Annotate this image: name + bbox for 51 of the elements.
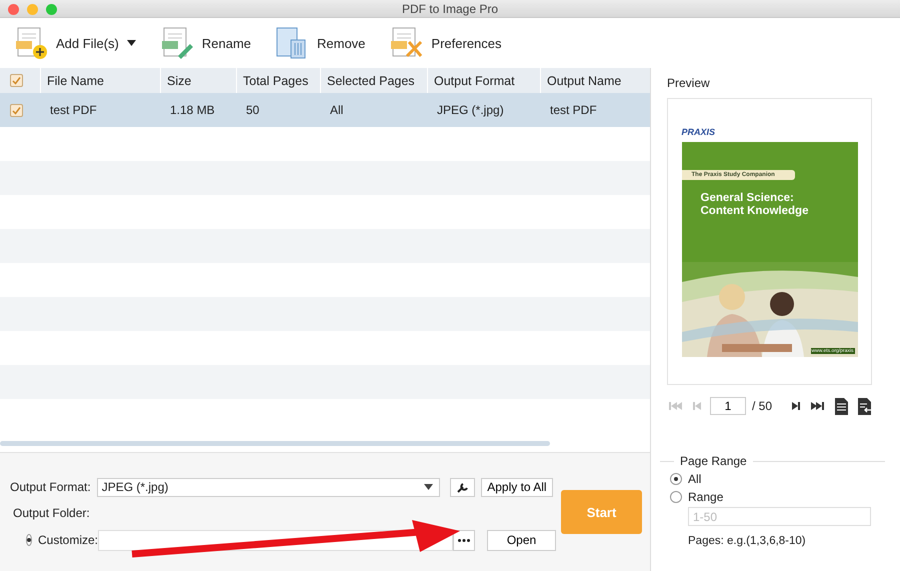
page-total: / 50 xyxy=(752,399,772,413)
page-icon xyxy=(835,398,848,414)
output-folder-label: Output Folder: xyxy=(13,506,90,520)
preview-title: Preview xyxy=(667,76,711,90)
radio-label: All xyxy=(688,472,702,486)
more-icon xyxy=(458,538,470,542)
open-button[interactable]: Open xyxy=(487,530,556,550)
brand-logo: PRAXIS xyxy=(682,126,716,136)
first-page-icon xyxy=(669,401,683,411)
page-range-radio[interactable] xyxy=(670,490,682,502)
row-checkbox[interactable] xyxy=(10,104,23,116)
table-cell: JPEG (*.jpg) xyxy=(437,103,504,117)
preferences-icon xyxy=(389,26,424,60)
file-row[interactable]: test PDF 1.18 MB 50 All JPEG (*.jpg) test PDF xyxy=(0,93,650,127)
close-button[interactable] xyxy=(8,4,19,15)
page-button[interactable] xyxy=(833,398,850,414)
browse-button[interactable] xyxy=(453,530,476,550)
next-page-icon xyxy=(792,401,802,411)
page-range-radio[interactable] xyxy=(670,472,682,484)
table-cell: test PDF xyxy=(50,103,97,117)
document-title: Content Knowledge xyxy=(700,204,810,218)
settings-button[interactable] xyxy=(450,478,475,496)
range-field[interactable]: 1-50 xyxy=(688,507,871,526)
customize-label: Customize: xyxy=(38,533,98,547)
range-hint: Pages: e.g.(1,3,6,8-10) xyxy=(688,535,807,547)
table-cell: 1.18 MB xyxy=(170,103,215,117)
document-title: General Science: xyxy=(700,192,795,204)
last-page-icon xyxy=(811,401,826,411)
add-file-icon xyxy=(14,26,48,60)
table-cell: 50 xyxy=(246,103,260,117)
customize-radio[interactable] xyxy=(26,534,32,546)
rename-button[interactable]: Rename xyxy=(160,26,251,60)
preferences-button[interactable]: Preferences xyxy=(389,26,502,60)
remove-button[interactable]: Remove xyxy=(275,26,366,60)
apply-to-all-button[interactable]: Apply to All xyxy=(480,478,553,496)
select-all-checkbox[interactable] xyxy=(10,74,23,87)
page-range-title: Page Range xyxy=(680,454,747,468)
wrench-icon xyxy=(457,482,468,492)
window-title: PDF to Image Pro xyxy=(402,2,498,16)
previous-page-icon xyxy=(693,401,702,411)
caret-icon xyxy=(424,484,434,490)
add-button[interactable]: Add File(s) xyxy=(14,26,136,60)
scrollbar[interactable] xyxy=(0,441,550,446)
output-format-dropdown[interactable]: JPEG (*.jpg) xyxy=(96,478,440,496)
radio-label: Range xyxy=(688,490,724,504)
page-number-field[interactable]: 1 xyxy=(710,397,746,415)
rename-icon xyxy=(160,26,194,60)
table-cell: All xyxy=(330,103,344,117)
output-format-label: Output Format: xyxy=(10,480,91,494)
table-cell: test PDF xyxy=(550,103,597,117)
page-export-icon xyxy=(858,398,872,414)
